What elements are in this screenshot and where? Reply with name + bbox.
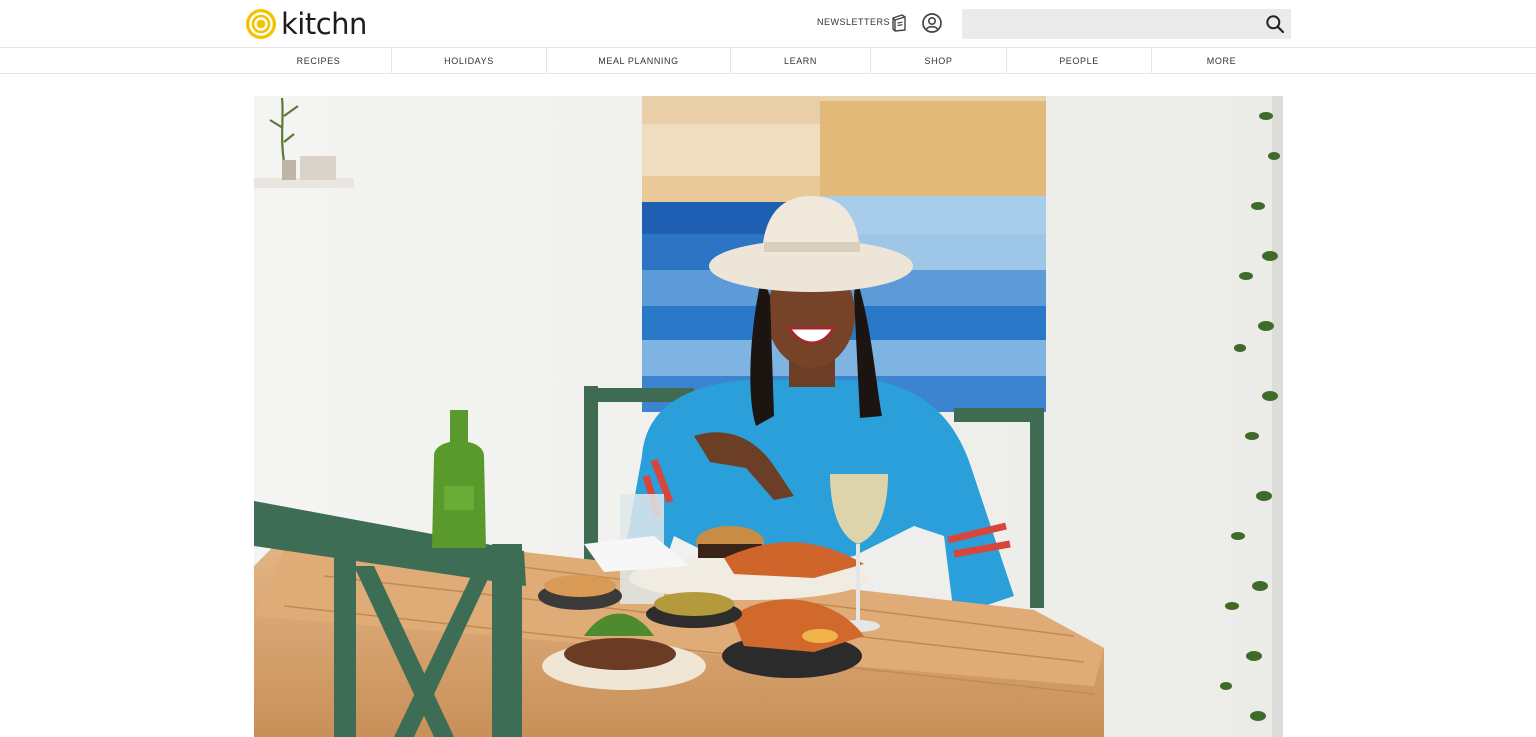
nav-item-recipes[interactable]: RECIPES (246, 48, 392, 73)
logo-mark-icon (246, 9, 276, 39)
nav-item-meal-planning[interactable]: MEAL PLANNING (547, 48, 731, 73)
nav-item-learn[interactable]: LEARN (731, 48, 871, 73)
search-input[interactable] (962, 9, 1252, 39)
hero-image[interactable] (254, 96, 1283, 737)
newsletters-link[interactable]: NEWSLETTERS (817, 17, 890, 27)
site-header: kitchn NEWSLETTERS (0, 0, 1536, 48)
nav-item-more[interactable]: MORE (1152, 48, 1291, 73)
nav-item-people[interactable]: PEOPLE (1007, 48, 1152, 73)
search-box (962, 9, 1291, 39)
newsletter-icon[interactable] (888, 12, 910, 34)
site-logo[interactable]: kitchn (245, 7, 367, 41)
user-account-icon[interactable] (921, 12, 943, 34)
main-nav: RECIPES HOLIDAYS MEAL PLANNING LEARN SHO… (0, 48, 1536, 74)
search-icon[interactable] (1265, 14, 1285, 34)
hero-illustration (254, 96, 1283, 737)
nav-item-shop[interactable]: SHOP (871, 48, 1007, 73)
logo-text: kitchn (281, 6, 367, 41)
nav-item-holidays[interactable]: HOLIDAYS (392, 48, 547, 73)
nav-list: RECIPES HOLIDAYS MEAL PLANNING LEARN SHO… (246, 48, 1291, 73)
